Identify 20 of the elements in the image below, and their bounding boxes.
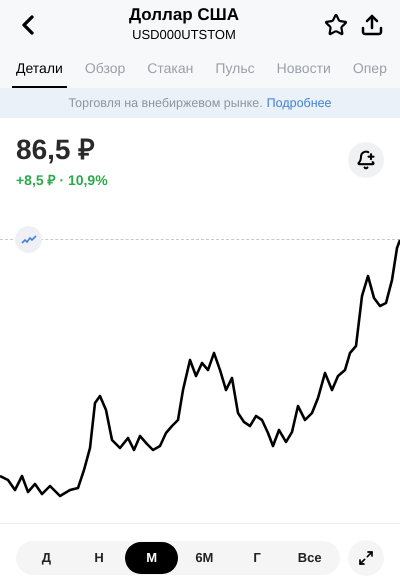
period-tab[interactable]: 6М [178,542,231,574]
period-tab[interactable]: М [125,542,178,574]
price-change: +8,5 ₽ · 10,9% [16,171,109,190]
share-icon[interactable] [360,13,384,37]
banner-text: Торговля на внебиржевом рынке. [68,94,263,112]
price-alert-button[interactable] [348,142,384,178]
period-tab[interactable]: Все [283,542,336,574]
expand-icon [358,550,374,566]
period-tab[interactable]: Г [230,542,284,574]
chart-type-button[interactable] [15,226,42,253]
fullscreen-button[interactable] [348,540,384,576]
period-tab[interactable]: Н [72,542,126,574]
title: Доллар США [128,5,240,26]
star-icon[interactable] [324,13,348,37]
more-link[interactable]: Подробнее [266,94,332,112]
line-chart-icon [20,234,36,244]
ticker: USD000UTSTOM [132,26,236,44]
price: 86,5 ₽ [16,134,96,166]
period-tab[interactable]: Д [20,542,73,574]
bell-plus-icon [356,150,376,170]
